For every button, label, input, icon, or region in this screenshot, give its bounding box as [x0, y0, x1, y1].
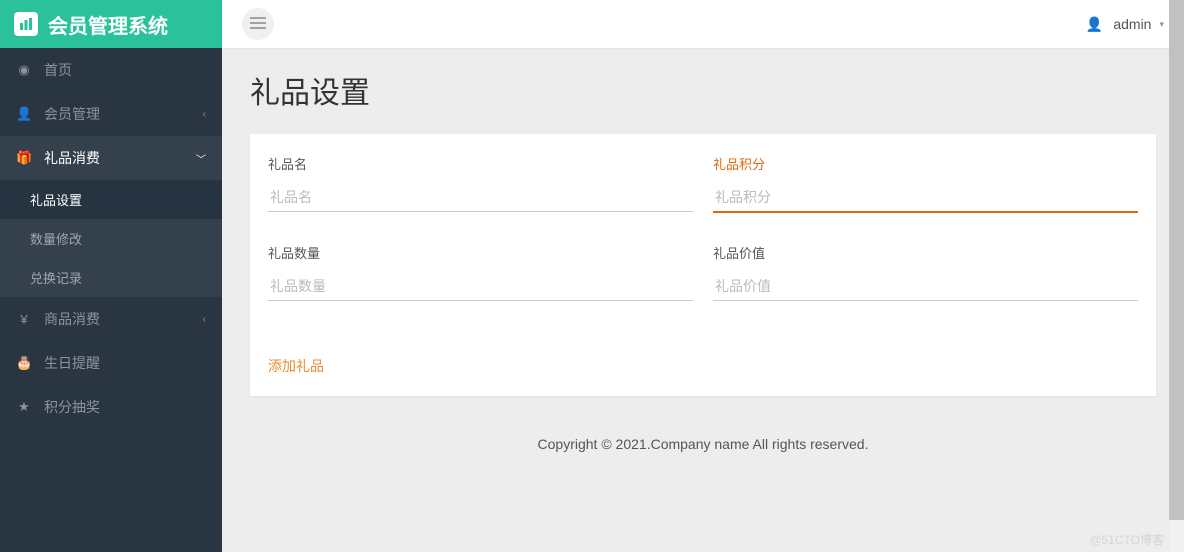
- nav-birthday-label: 生日提醒: [44, 353, 100, 373]
- gift-name-input[interactable]: [268, 183, 693, 212]
- user-name: admin: [1113, 16, 1151, 32]
- cake-icon: 🎂: [16, 355, 32, 371]
- nav-product[interactable]: ¥ 商品消费 ‹: [0, 297, 222, 341]
- sub-gift-qty[interactable]: 数量修改: [0, 219, 222, 258]
- menu-toggle-button[interactable]: [242, 8, 274, 40]
- sub-gift-record[interactable]: 兑换记录: [0, 258, 222, 297]
- star-icon: ★: [16, 399, 32, 415]
- nav-gift-label: 礼品消费: [44, 148, 100, 168]
- scrollbar-thumb[interactable]: [1169, 0, 1184, 520]
- gift-qty-input[interactable]: [268, 272, 693, 301]
- chevron-left-icon: ‹: [203, 314, 206, 325]
- field-gift-value: 礼品价值: [713, 243, 1138, 301]
- dashboard-icon: ◉: [16, 62, 32, 78]
- nav-home-label: 首页: [44, 60, 72, 80]
- user-dropdown[interactable]: 👤 admin ▾: [1086, 16, 1164, 33]
- logo-icon: [14, 12, 38, 36]
- user-icon: 👤: [16, 106, 32, 122]
- nav-lottery-label: 积分抽奖: [44, 397, 100, 417]
- gift-icon: 🎁: [16, 150, 32, 166]
- gift-points-input[interactable]: [713, 183, 1138, 213]
- caret-down-icon: ▾: [1159, 19, 1164, 30]
- footer-text: Copyright © 2021.Company name All rights…: [250, 396, 1156, 462]
- form-card: 礼品名 礼品积分 礼品数量 礼品价值: [250, 134, 1156, 396]
- chevron-down-icon: ﹀: [196, 151, 206, 166]
- gift-points-label: 礼品积分: [713, 154, 1138, 173]
- chevron-left-icon: ‹: [203, 109, 206, 120]
- nav-menu: ◉ 首页 👤 会员管理 ‹ 🎁 礼品消费 ﹀ 礼品设置 数量修改 兑换记录 ¥ …: [0, 48, 222, 429]
- form-grid: 礼品名 礼品积分 礼品数量 礼品价值: [268, 154, 1138, 301]
- gift-name-label: 礼品名: [268, 154, 693, 173]
- watermark: @51CTO博客: [1089, 531, 1164, 548]
- user-icon: 👤: [1086, 16, 1103, 33]
- nav-member-label: 会员管理: [44, 104, 100, 124]
- sub-gift-setting[interactable]: 礼品设置: [0, 180, 222, 219]
- nav-birthday[interactable]: 🎂 生日提醒: [0, 341, 222, 385]
- gift-value-label: 礼品价值: [713, 243, 1138, 262]
- nav-gift[interactable]: 🎁 礼品消费 ﹀: [0, 136, 222, 180]
- nav-home[interactable]: ◉ 首页: [0, 48, 222, 92]
- nav-member[interactable]: 👤 会员管理 ‹: [0, 92, 222, 136]
- logo: 会员管理系统: [0, 0, 222, 48]
- page-title: 礼品设置: [250, 68, 1156, 112]
- field-gift-name: 礼品名: [268, 154, 693, 213]
- nav-product-label: 商品消费: [44, 309, 100, 329]
- topbar: 👤 admin ▾: [222, 0, 1184, 48]
- field-gift-qty: 礼品数量: [268, 243, 693, 301]
- sidebar: 会员管理系统 ◉ 首页 👤 会员管理 ‹ 🎁 礼品消费 ﹀ 礼品设置 数量修改 …: [0, 0, 222, 552]
- hamburger-icon: [250, 16, 266, 32]
- gift-qty-label: 礼品数量: [268, 243, 693, 262]
- card-actions: 添加礼品: [268, 356, 1138, 376]
- main-area: 👤 admin ▾ 礼品设置 礼品名 礼品积分 礼: [222, 0, 1184, 552]
- yen-icon: ¥: [16, 312, 32, 327]
- content: 礼品设置 礼品名 礼品积分 礼品数量: [222, 48, 1184, 552]
- nav-gift-submenu: 礼品设置 数量修改 兑换记录: [0, 180, 222, 297]
- field-gift-points: 礼品积分: [713, 154, 1138, 213]
- gift-value-input[interactable]: [713, 272, 1138, 301]
- page-scrollbar[interactable]: [1169, 0, 1184, 552]
- add-gift-button[interactable]: 添加礼品: [268, 356, 324, 376]
- nav-lottery[interactable]: ★ 积分抽奖: [0, 385, 222, 429]
- logo-title: 会员管理系统: [48, 10, 168, 39]
